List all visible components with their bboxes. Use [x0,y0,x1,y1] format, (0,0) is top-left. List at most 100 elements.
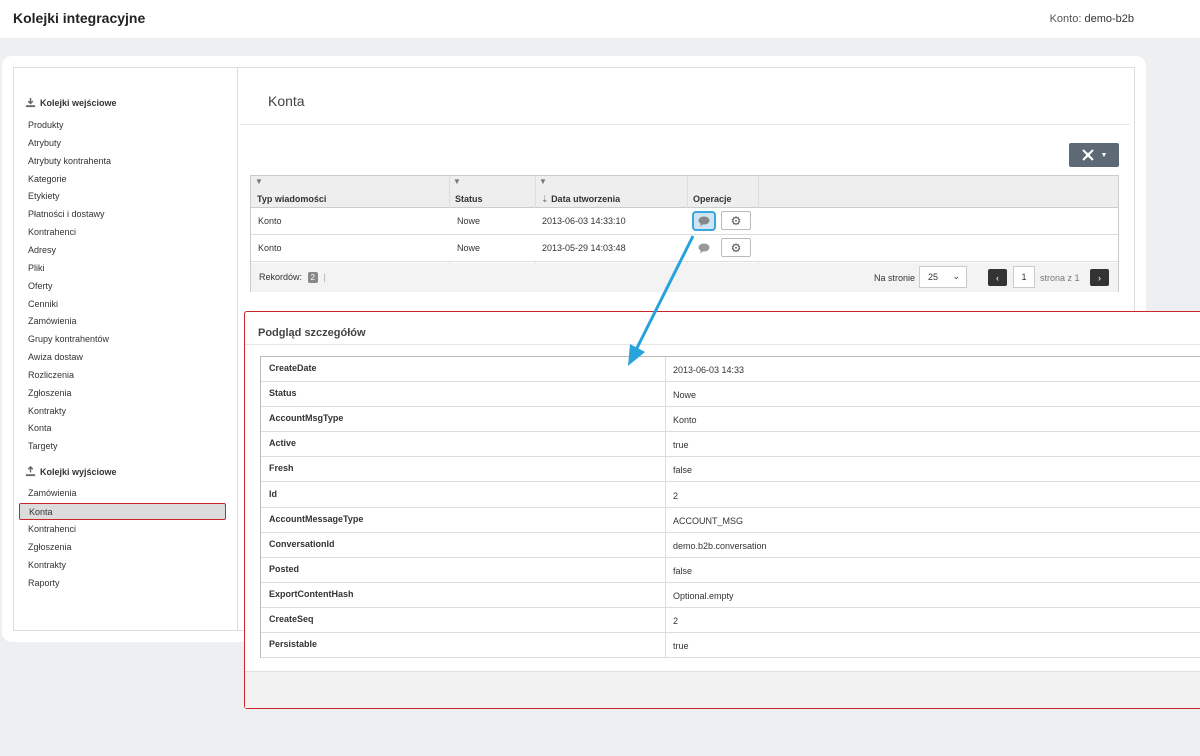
sidebar-item[interactable]: Targety [28,438,58,454]
sidebar-item[interactable]: Kontrahenci [28,521,76,537]
sidebar-item[interactable]: Oferty [28,278,53,294]
detail-row: AccountMessageType ACCOUNT_MSG [261,508,1200,533]
detail-key: ConversationId [269,538,335,549]
cell-status: Nowe [457,216,481,226]
detail-value: 2 [673,616,679,626]
divider [240,124,1130,125]
records-count: 2 [307,272,318,283]
prev-page-button[interactable]: ‹ [988,269,1007,286]
tools-icon [1081,149,1094,161]
detail-value: Konto [673,415,697,426]
sidebar-item[interactable]: Konta [28,420,52,436]
sort-desc-icon: ⇣ [541,194,549,204]
sidebar-item[interactable]: Raporty [28,575,60,591]
detail-key: Id [269,488,277,499]
sidebar-item[interactable]: Produkty [28,117,64,133]
upload-icon [25,466,36,477]
sidebar-item[interactable]: Atrybuty kontrahenta [28,153,111,169]
detail-row: Active true [261,432,1200,458]
detail-value: Nowe [673,390,697,401]
detail-key: Fresh [269,463,294,474]
detail-key: Persistable [269,639,318,650]
sidebar-item[interactable]: Atrybuty [28,135,61,151]
detail-key: ExportContentHash [269,588,354,599]
gear-icon: ⚙ [730,240,742,255]
detail-table: CreateDate 2013-06-03 14:33 Status Nowe Acco… [260,356,1200,659]
filter-icon[interactable]: ▼ [539,177,547,186]
sidebar-item[interactable]: Zamówienia [28,313,77,329]
detail-key: AccountMessageType [269,513,364,524]
incoming-section-header: Kolejki wejściowe [25,97,117,108]
detail-value: demo.b2b.conversation [673,540,767,551]
chevron-right-icon: › [1098,272,1101,283]
account-value[interactable]: demo-b2b [1084,13,1134,25]
sidebar-item[interactable]: Etykiety [28,188,60,204]
column-header-status[interactable]: Status [455,194,483,204]
sidebar-item[interactable]: Kategorie [28,171,67,187]
sidebar-item[interactable]: Płatności i dostawy [28,206,105,222]
tools-dropdown-button[interactable]: ▼ [1069,143,1119,167]
messages-grid: ▼ ▼ ▼ Typ wiadomości Status ⇣ Data utwor… [250,175,1119,292]
sidebar-item[interactable]: Awiza dostaw [28,349,83,365]
detail-row: Persistable true [261,633,1200,659]
records-info: Rekordów: 2 | [259,272,326,283]
detail-row: Posted false [261,558,1200,583]
grid-header: ▼ ▼ ▼ Typ wiadomości Status ⇣ Data utwor… [251,176,1118,263]
detail-value: true [673,440,689,451]
row-settings-button[interactable]: ⚙ [721,238,751,257]
detail-row: Id 2 [261,483,1200,508]
detail-preview-panel: Podgląd szczegółów CreateDate 2013-06-03 … [244,311,1200,709]
filter-icon[interactable]: ▼ [255,177,263,186]
detail-row: CreateSeq 2 [261,608,1200,633]
sidebar-item[interactable]: Kontrahenci [28,224,76,240]
cell-type: Konto [258,216,282,226]
speech-bubble-icon [698,243,710,253]
sidebar-item[interactable]: Cenniki [28,296,58,312]
detail-value: 2013-06-03 14:33 [673,365,745,375]
detail-key: CreateDate [269,363,317,373]
sidebar-item[interactable]: Zgłoszenia [28,539,72,555]
page-number-input[interactable]: 1 [1013,266,1035,288]
table-row[interactable]: Konto Nowe 2013-06-03 14:33:10 ⚙ [251,208,1118,235]
chevron-left-icon: ‹ [996,272,999,283]
column-header-date[interactable]: ⇣ Data utworzenia [541,194,620,205]
detail-value: ACCOUNT_MSG [673,515,744,526]
row-settings-button[interactable]: ⚙ [721,211,751,230]
sidebar-item[interactable]: Adresy [28,242,56,258]
gear-icon: ⚙ [730,213,742,228]
sidebar-item[interactable]: Rozliczenia [28,367,74,383]
sidebar-item[interactable]: Kontrakty [28,557,66,573]
sidebar-item[interactable]: Grupy kontrahentów [28,331,109,347]
detail-key: Status [269,388,297,399]
detail-footer [245,671,1200,708]
preview-message-button[interactable] [692,211,716,231]
detail-key: Posted [269,563,300,574]
detail-key: CreateSeq [269,614,314,624]
outgoing-section-title: Kolejki wyjściowe [40,466,117,477]
sidebar-item-active[interactable]: Konta [19,502,226,520]
chevron-down-icon: ⌄ [952,271,960,281]
speech-bubble-icon [698,216,710,226]
table-row[interactable]: Konto Nowe 2013-05-29 14:03:48 ⚙ [251,235,1118,262]
account-label: Konto: [1049,13,1082,25]
cell-type: Konto [258,243,282,253]
filter-icon[interactable]: ▼ [453,177,461,186]
detail-row: ConversationId demo.b2b.conversation [261,533,1200,558]
preview-message-button[interactable] [692,238,716,258]
incoming-section-title: Kolejki wejściowe [40,97,117,108]
per-page-label: Na stronie [874,273,916,283]
detail-row: CreateDate 2013-06-03 14:33 [261,357,1200,382]
page-count-text: strona z 1 [1040,273,1080,283]
sidebar-item[interactable]: Zgłoszenia [28,385,72,401]
column-header-type[interactable]: Typ wiadomości [257,194,326,204]
sidebar-item[interactable]: Pliki [28,260,45,276]
cell-status: Nowe [457,243,481,253]
app-title: Kolejki integracyjne [13,10,146,26]
sidebar-item[interactable]: Kontrakty [28,403,66,419]
detail-row: Fresh false [261,457,1200,483]
per-page-select[interactable]: 25 ⌄ [919,266,967,288]
next-page-button[interactable]: › [1090,269,1109,286]
caret-down-icon: ▼ [1100,151,1108,159]
download-icon [25,97,36,108]
sidebar-item[interactable]: Zamówienia [28,485,77,501]
